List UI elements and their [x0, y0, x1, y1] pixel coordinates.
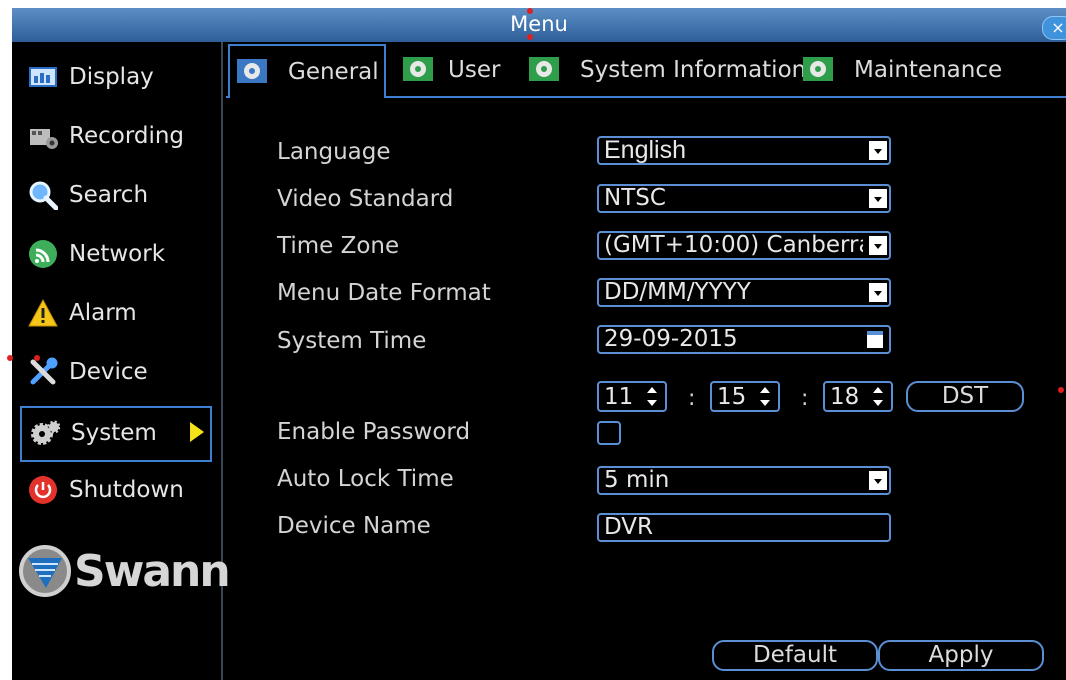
tab-label: User — [448, 57, 501, 83]
increment-arrow-icon[interactable] — [647, 387, 657, 393]
logo-wordmark: Swann — [74, 546, 231, 597]
search-icon — [29, 181, 58, 210]
tab-label: System Information — [580, 57, 807, 83]
second-value: 18 — [830, 384, 860, 410]
tab-general[interactable]: General — [228, 44, 386, 98]
sidebar-item-alarm[interactable]: Alarm — [20, 288, 208, 340]
date-format-label: Menu Date Format — [277, 280, 491, 306]
menu-window: Menu × Display Recording Search Network … — [12, 8, 1066, 680]
sidebar: Display Recording Search Network Alarm D… — [12, 42, 231, 680]
time-separator: : — [688, 386, 696, 411]
minute-value: 15 — [717, 384, 747, 410]
device-name-label: Device Name — [277, 513, 431, 539]
language-value: English — [604, 138, 686, 163]
sidebar-item-network[interactable]: Network — [20, 229, 208, 281]
close-button[interactable]: × — [1042, 16, 1066, 40]
marker-dot — [7, 355, 13, 361]
language-select[interactable]: English — [597, 136, 891, 165]
hour-value: 11 — [604, 384, 634, 410]
title-bar: Menu × — [12, 8, 1066, 42]
tab-label: General — [288, 59, 379, 85]
sidebar-item-label: Device — [69, 359, 148, 385]
enable-password-label: Enable Password — [277, 419, 471, 445]
decrement-arrow-icon[interactable] — [760, 400, 770, 406]
device-name-input[interactable]: DVR — [597, 513, 891, 542]
window-title: Menu — [510, 12, 568, 36]
marker-dot — [1058, 387, 1064, 393]
calendar-icon[interactable] — [867, 331, 883, 348]
auto-lock-value: 5 min — [604, 468, 670, 493]
alarm-icon — [28, 298, 58, 327]
sidebar-item-shutdown[interactable]: Shutdown — [20, 465, 208, 517]
display-icon — [29, 67, 57, 87]
swann-logo: Swann — [18, 542, 231, 602]
video-standard-label: Video Standard — [277, 186, 454, 212]
marker-dot — [527, 34, 533, 40]
system-date-value: 29-09-2015 — [604, 327, 738, 352]
increment-arrow-icon[interactable] — [873, 387, 883, 393]
device-name-value: DVR — [604, 515, 654, 540]
second-spinner[interactable]: 18 — [823, 381, 893, 412]
time-separator: : — [801, 386, 809, 411]
tab-maintenance[interactable]: Maintenance — [796, 44, 1026, 96]
default-button[interactable]: Default — [712, 640, 878, 671]
sidebar-item-label: Network — [69, 241, 166, 267]
time-zone-label: Time Zone — [277, 233, 400, 259]
time-zone-value: (GMT+10:00) Canberra, — [604, 233, 863, 258]
dropdown-arrow-icon[interactable] — [869, 236, 887, 255]
tab-label: Maintenance — [854, 57, 1003, 83]
active-arrow-icon — [190, 422, 204, 442]
shutdown-icon — [29, 476, 57, 504]
marker-dot — [527, 8, 533, 14]
tab-user-icon — [403, 57, 433, 81]
language-label: Language — [277, 139, 391, 165]
sidebar-item-label: Alarm — [69, 300, 137, 326]
swann-logo-icon — [19, 545, 71, 597]
tab-bar: General User System Information Maintena… — [226, 42, 1066, 98]
decrement-arrow-icon[interactable] — [647, 400, 657, 406]
dropdown-arrow-icon[interactable] — [869, 189, 887, 208]
auto-lock-label: Auto Lock Time — [277, 466, 454, 492]
device-icon — [30, 357, 58, 385]
system-date-field[interactable]: 29-09-2015 — [597, 325, 891, 354]
sidebar-item-label: Shutdown — [69, 477, 184, 503]
sidebar-item-label: Recording — [69, 123, 185, 149]
system-time-label: System Time — [277, 328, 427, 354]
hour-spinner[interactable]: 11 — [597, 381, 667, 412]
sidebar-item-label: Display — [69, 64, 154, 90]
sidebar-item-recording[interactable]: Recording — [20, 111, 208, 163]
dropdown-arrow-icon[interactable] — [869, 283, 887, 302]
recording-icon — [30, 129, 58, 149]
increment-arrow-icon[interactable] — [760, 387, 770, 393]
dropdown-arrow-icon[interactable] — [869, 471, 887, 490]
dropdown-arrow-icon[interactable] — [869, 141, 887, 160]
sidebar-item-display[interactable]: Display — [20, 52, 208, 104]
tab-user[interactable]: User — [396, 44, 516, 96]
tab-maintenance-icon — [803, 57, 833, 81]
video-standard-select[interactable]: NTSC — [597, 184, 891, 213]
auto-lock-select[interactable]: 5 min — [597, 466, 891, 495]
sidebar-item-search[interactable]: Search — [20, 170, 208, 222]
apply-button[interactable]: Apply — [878, 640, 1044, 671]
video-standard-value: NTSC — [604, 186, 666, 211]
sidebar-item-system[interactable]: System — [20, 406, 212, 462]
tab-system-information[interactable]: System Information — [522, 44, 806, 96]
tab-system-information-icon — [529, 57, 559, 81]
date-format-select[interactable]: DD/MM/YYYY — [597, 278, 891, 307]
time-zone-select[interactable]: (GMT+10:00) Canberra, — [597, 231, 891, 260]
tab-general-icon — [237, 59, 267, 83]
dst-button[interactable]: DST — [906, 381, 1024, 412]
decrement-arrow-icon[interactable] — [873, 400, 883, 406]
network-icon — [29, 240, 57, 268]
sidebar-item-device[interactable]: Device — [20, 347, 208, 399]
marker-dot — [34, 355, 40, 361]
date-format-value: DD/MM/YYYY — [604, 280, 751, 305]
minute-spinner[interactable]: 15 — [710, 381, 780, 412]
system-icon — [31, 420, 60, 445]
sidebar-item-label: System — [71, 420, 157, 446]
enable-password-checkbox[interactable] — [597, 421, 621, 445]
sidebar-item-label: Search — [69, 182, 149, 208]
